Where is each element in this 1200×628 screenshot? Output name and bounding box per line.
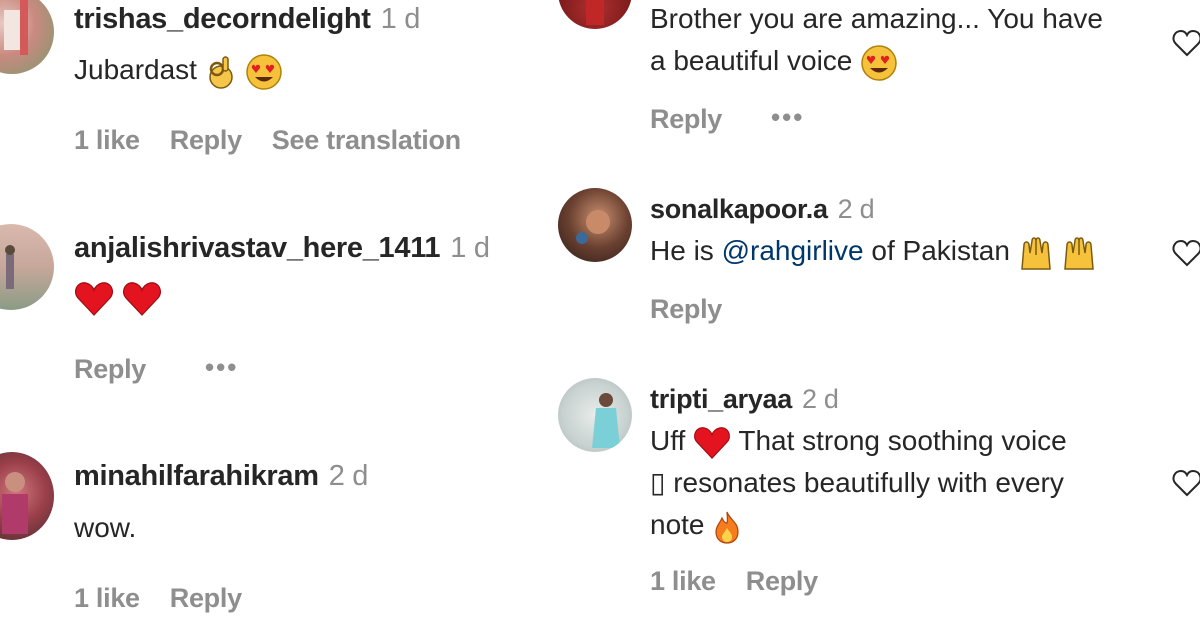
avatar[interactable] (0, 0, 54, 74)
raised-hands-icon (1020, 236, 1051, 270)
reply-button[interactable]: Reply (650, 104, 722, 134)
comment-username[interactable]: minahilfarahikram 2 d (74, 460, 368, 493)
avatar-image (5, 245, 15, 289)
mention-link[interactable]: @rahgirlive (722, 235, 864, 266)
comment-time: 2 d (801, 384, 839, 414)
likes-count[interactable]: 1 like (74, 125, 140, 155)
avatar-image (586, 0, 604, 25)
comment-text: wow. (74, 512, 137, 543)
avatar-image (592, 393, 620, 448)
reply-button[interactable]: Reply (74, 354, 146, 384)
comment-text-line: a beautiful voice (650, 40, 1103, 82)
comment-username[interactable]: sonalkapoor.a 2 d (650, 194, 875, 225)
comment-actions: Reply (650, 104, 752, 135)
comment-actions: 1 like Reply See translation (74, 125, 491, 156)
comment-text (74, 276, 162, 318)
reply-button[interactable]: Reply (170, 125, 242, 155)
comment-actions: 1 like Reply (650, 566, 848, 597)
see-translation-button[interactable]: See translation (272, 125, 461, 155)
ok-hand-icon (209, 55, 233, 89)
avatar[interactable] (558, 0, 632, 29)
comment-text: Jubardast (74, 49, 283, 91)
avatar[interactable] (558, 188, 632, 262)
likes-count[interactable]: 1 like (74, 583, 140, 613)
comment-text: He is @rahgirlive of Pakistan (650, 230, 1097, 272)
avatar-image (576, 210, 610, 244)
like-heart-icon[interactable] (1171, 237, 1200, 269)
red-heart-icon (74, 281, 114, 316)
heart-eyes-icon (245, 53, 282, 90)
comment-username[interactable]: anjalishrivastav_here_1411 1 d (74, 232, 490, 265)
comment-username[interactable]: tripti_aryaa 2 d (650, 384, 839, 415)
avatar[interactable] (558, 378, 632, 452)
comment-text-line: note (650, 504, 1067, 546)
heart-eyes-icon (861, 44, 897, 81)
more-options-icon[interactable]: ••• (205, 352, 238, 383)
comment-time: 2 d (328, 460, 369, 492)
comment-actions: Reply (650, 294, 752, 325)
reply-button[interactable]: Reply (746, 566, 818, 596)
like-heart-icon[interactable] (1171, 467, 1200, 499)
fire-icon (715, 511, 739, 544)
comment-actions: 1 like Reply (74, 583, 272, 614)
comment-text-line: Uff That strong soothing voice (650, 420, 1067, 462)
comment-text: Brother you are amazing... You have a be… (650, 0, 1103, 82)
comment-time: 1 d (450, 232, 490, 264)
comment-actions: Reply (74, 354, 176, 385)
avatar-image (4, 0, 28, 55)
like-heart-icon[interactable] (1171, 27, 1200, 59)
red-heart-icon (694, 426, 731, 459)
comment-text: Uff That strong soothing voice ▯ resonat… (650, 420, 1067, 546)
likes-count[interactable]: 1 like (650, 566, 716, 596)
comment-time: 2 d (837, 194, 875, 224)
reply-button[interactable]: Reply (650, 294, 722, 324)
avatar[interactable] (0, 224, 54, 310)
reply-button[interactable]: Reply (170, 583, 242, 613)
red-heart-icon (122, 281, 161, 316)
avatar-image (2, 472, 28, 534)
avatar[interactable] (0, 452, 54, 540)
comment-username[interactable]: trishas_decorndelight 1 d (74, 3, 420, 36)
raised-hands-icon (1064, 236, 1095, 270)
comment-time: 1 d (380, 3, 421, 35)
comment-text-line: Brother you are amazing... You have (650, 3, 1103, 34)
comment-text-line: ▯ resonates beautifully with every (650, 467, 1064, 498)
more-options-icon[interactable]: ••• (771, 102, 804, 133)
